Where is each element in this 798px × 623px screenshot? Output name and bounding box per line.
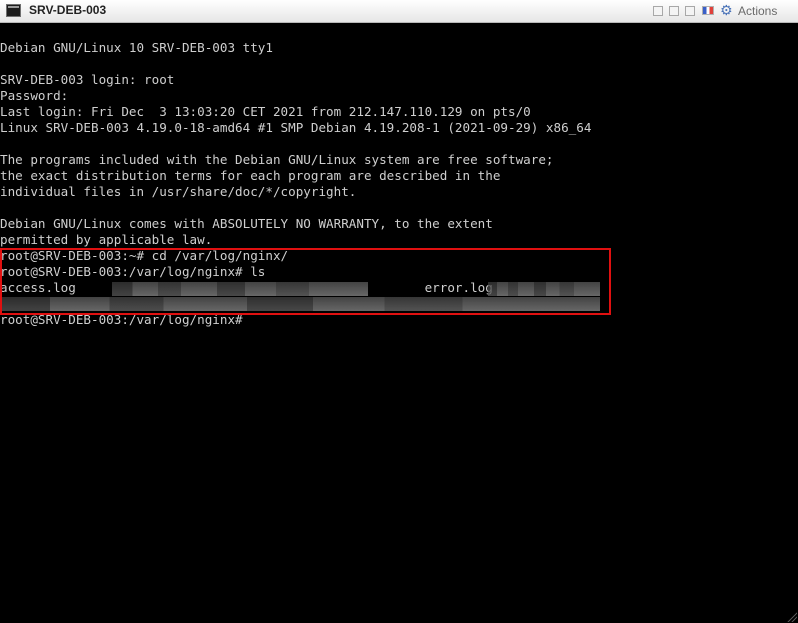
window-title: SRV-DEB-003 xyxy=(29,3,107,17)
terminal-line: individual files in /usr/share/doc/*/cop… xyxy=(0,184,357,199)
window-title-bar: SRV-DEB-003 ⚙ Actions xyxy=(0,0,798,23)
highlight-box xyxy=(0,248,611,315)
terminal-line: Password: xyxy=(0,88,69,103)
terminal-line: SRV-DEB-003 login: root xyxy=(0,72,175,87)
gear-icon[interactable]: ⚙ xyxy=(720,2,733,20)
terminal-line: Debian GNU/Linux comes with ABSOLUTELY N… xyxy=(0,216,493,231)
resize-grip-icon[interactable] xyxy=(787,612,797,622)
terminal-line: Linux SRV-DEB-003 4.19.0-18-amd64 #1 SMP… xyxy=(0,120,592,135)
terminal-line: the exact distribution terms for each pr… xyxy=(0,168,501,183)
console-terminal[interactable]: Debian GNU/Linux 10 SRV-DEB-003 tty1 SRV… xyxy=(0,24,798,623)
flag-icon[interactable] xyxy=(702,6,714,15)
restore-icon[interactable] xyxy=(669,6,679,16)
terminal-line: Last login: Fri Dec 3 13:03:20 CET 2021 … xyxy=(0,104,531,119)
maximize-icon[interactable] xyxy=(685,6,695,16)
actions-menu-button[interactable]: Actions xyxy=(738,4,777,18)
terminal-line: The programs included with the Debian GN… xyxy=(0,152,554,167)
minimize-icon[interactable] xyxy=(653,6,663,16)
terminal-line: Debian GNU/Linux 10 SRV-DEB-003 tty1 xyxy=(0,40,273,55)
console-icon xyxy=(6,4,21,17)
terminal-line: permitted by applicable law. xyxy=(0,232,213,247)
